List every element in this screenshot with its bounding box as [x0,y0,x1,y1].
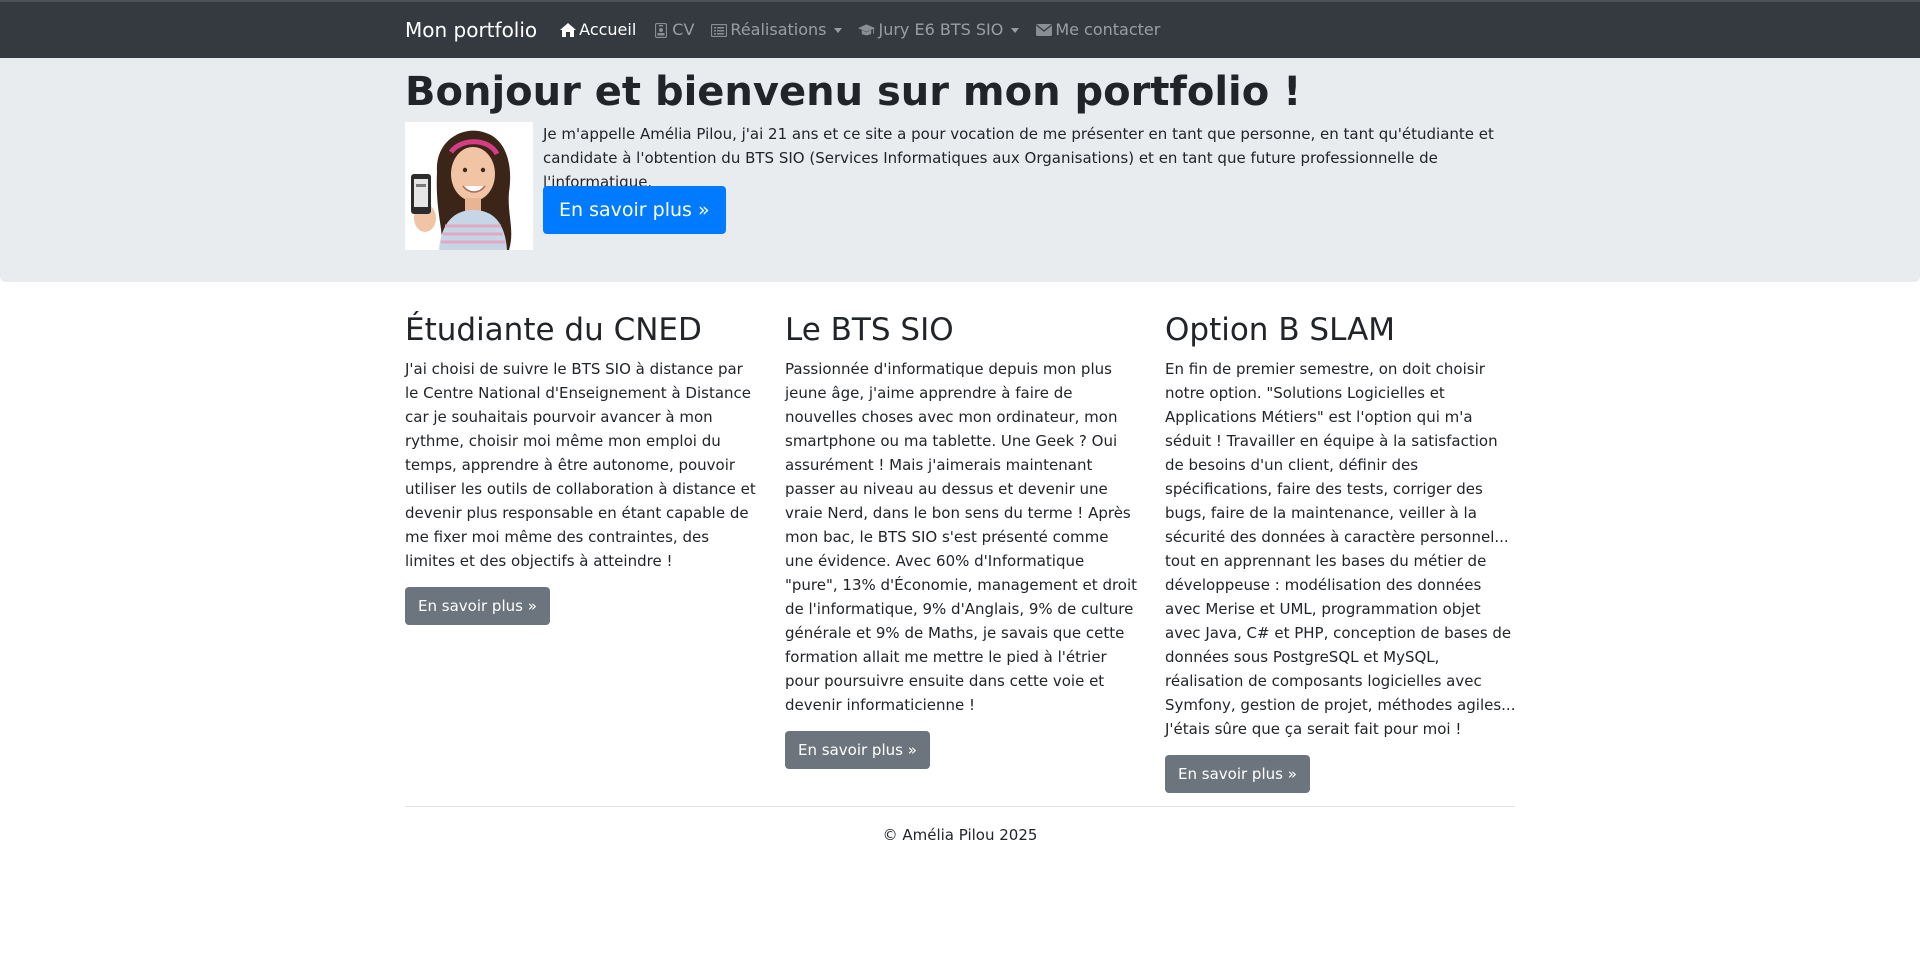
cned-learn-more-button[interactable]: En savoir plus » [405,587,550,626]
nav-item-contact[interactable]: Me contacter [1035,18,1160,42]
navbar-brand[interactable]: Mon portfolio [405,15,537,45]
slam-learn-more-button[interactable]: En savoir plus » [1165,755,1310,794]
navbar-inner: Mon portfolio Accueil CV Réalisations Ju… [405,2,1176,58]
column-cned: Étudiante du CNED J'ai choisi de suivre … [405,312,760,626]
nav-item-label: CV [672,20,695,39]
profile-photo [405,122,533,250]
home-icon [559,22,576,38]
envelope-icon [1035,22,1052,38]
jumbotron: Bonjour et bienvenu sur mon portfolio ! [0,58,1920,282]
list-alt-icon [710,22,727,38]
column-option-slam: Option B SLAM En fin de premier semestre… [1165,312,1520,794]
nav-item-jury[interactable]: Jury E6 BTS SIO [858,18,1020,42]
nav-item-label: Me contacter [1055,20,1161,39]
footer: © Amélia Pilou 2025 [405,824,1515,847]
nav-item-label: Réalisations [730,20,827,39]
page-title: Bonjour et bienvenu sur mon portfolio ! [405,69,1302,115]
column-bts-sio: Le BTS SIO Passionnée d'informatique dep… [785,312,1140,770]
column-title: Option B SLAM [1165,312,1396,348]
nav-item-label: Jury E6 BTS SIO [878,20,1004,39]
footer-divider [405,806,1515,807]
learn-more-button[interactable]: En savoir plus » [543,186,726,234]
column-title: Le BTS SIO [785,312,954,348]
graduation-cap-icon [858,22,876,38]
nav-item-cv[interactable]: CV [652,18,694,42]
caret-down-icon [834,27,843,33]
intro-text: Je m'appelle Amélia Pilou, j'ai 21 ans e… [543,125,1494,191]
nav-item-realisations[interactable]: Réalisations [710,18,843,42]
column-title: Étudiante du CNED [405,312,702,348]
caret-down-icon [1011,27,1020,33]
nav-item-accueil[interactable]: Accueil [559,18,636,42]
bts-sio-learn-more-button[interactable]: En savoir plus » [785,731,930,770]
navbar: Mon portfolio Accueil CV Réalisations Ju… [0,0,1920,58]
column-text: En fin de premier semestre, on doit choi… [1165,360,1516,739]
nav-item-label: Accueil [579,20,637,39]
column-text: J'ai choisi de suivre le BTS SIO à dista… [405,360,756,571]
id-badge-icon [652,22,669,38]
column-text: Passionnée d'informatique depuis mon plu… [785,360,1138,715]
footer-copyright: © Amélia Pilou 2025 [882,826,1038,844]
